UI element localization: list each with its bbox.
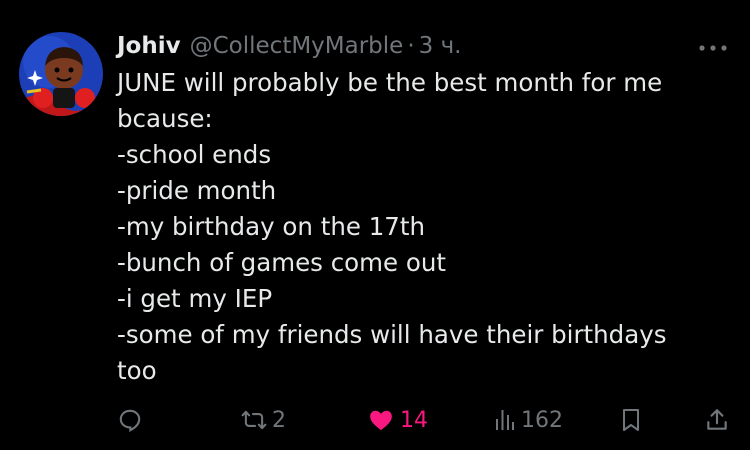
repost-count: 2 [272,407,286,433]
reply-button[interactable] [117,400,148,440]
post-timestamp[interactable]: 3 ч. [419,33,462,59]
display-name[interactable]: Johiv [117,33,181,59]
like-count: 14 [400,407,428,433]
heart-filled-icon [370,410,392,431]
post-text: JUNE will probably be the best month for… [117,68,667,385]
views-count: 162 [521,407,563,433]
repost-button[interactable]: 2 [241,400,286,440]
share-upload-icon [707,409,727,430]
action-bar: 2 14 162 [0,400,750,440]
views-bar-chart-icon [496,410,514,430]
more-options-button[interactable] [695,38,731,58]
user-handle[interactable]: @CollectMyMarble [190,33,404,59]
repost-icon [241,410,267,430]
views-button[interactable]: 162 [494,400,563,440]
more-horizontal-icon [699,45,727,51]
post-header: Johiv @CollectMyMarble · 3 ч. [117,29,462,63]
post[interactable]: Johiv @CollectMyMarble · 3 ч. JUNE will … [0,0,750,450]
share-button[interactable] [704,400,730,440]
bookmark-icon [623,409,639,431]
bookmark-button[interactable] [619,400,643,440]
avatar[interactable] [19,32,103,116]
separator-dot: · [407,33,415,59]
like-button[interactable]: 14 [368,400,428,440]
reply-icon [119,409,141,432]
